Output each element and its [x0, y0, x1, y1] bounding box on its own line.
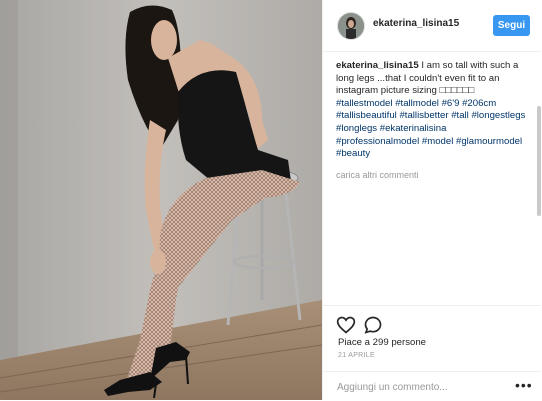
avatar-image-icon	[338, 13, 364, 39]
scrollbar-thumb[interactable]	[537, 106, 541, 216]
post-actions: Piace a 299 persone 21 APRILE •••	[323, 305, 541, 400]
caption-hashtags[interactable]: #tallestmodel #tallmodel #6'9 #206cm #ta…	[336, 98, 525, 159]
post-header: ekaterina_lisina15 Segui	[323, 0, 541, 52]
load-more-comments-link[interactable]: carica altri commenti	[336, 169, 532, 182]
avatar[interactable]	[338, 13, 364, 39]
caption-author-link[interactable]: ekaterina_lisina15	[336, 60, 419, 71]
comments-scrollbar[interactable]	[536, 52, 542, 310]
comment-bar: •••	[323, 371, 541, 401]
likes-count[interactable]: Piace a 299 persone	[338, 337, 426, 348]
ellipsis-icon[interactable]: •••	[515, 378, 533, 392]
username-link[interactable]: ekaterina_lisina15	[373, 18, 459, 29]
comment-input[interactable]	[337, 379, 507, 395]
follow-button[interactable]: Segui	[493, 15, 530, 36]
post-sidebar: ekaterina_lisina15 Segui ekaterina_lisin…	[322, 0, 542, 400]
comment-icon[interactable]	[363, 315, 383, 335]
post-photo[interactable]	[0, 0, 322, 400]
heart-icon[interactable]	[336, 315, 356, 335]
post-photo-art	[0, 0, 322, 400]
post-date[interactable]: 21 APRILE	[338, 352, 375, 359]
caption-block: ekaterina_lisina15 I am so tall with suc…	[336, 60, 532, 310]
